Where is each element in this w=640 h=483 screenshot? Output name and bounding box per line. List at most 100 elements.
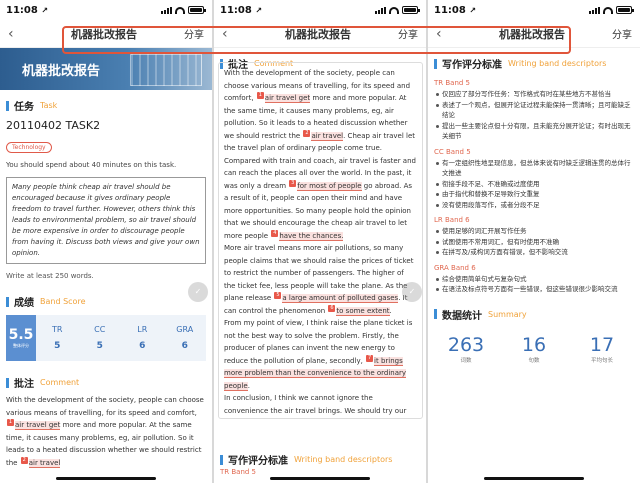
overall-score: 5.5 整体评分 [6,315,36,361]
essay-preview: With the development of the society, peo… [0,394,212,469]
section-title: 任务 [14,102,34,113]
wifi-icon [175,6,185,14]
band-group-lr: LR Band 6 使用足够的词汇开展写作任务 试图使用不常用词汇，但有时使用不… [428,212,640,260]
annotation-marker[interactable]: 1 [7,419,14,426]
annotation-marker[interactable]: 2 [303,129,311,137]
band-descriptor-list: 仅回应了部分写作任务：写作格式有时在某些地方不甚恰当 表述了一个观点，但展开论证… [434,89,634,142]
criteria-section-header: 写作评分标准 Writing band descriptors [428,48,640,75]
section-title: 数据统计 [442,310,482,322]
wifi-icon [603,6,613,14]
band-group-gra: GRA Band 6 综合使用简单句式与复杂句式 在语法及标点符号方面有一些错误… [428,260,640,297]
annotated-text[interactable]: air travel get [15,421,61,430]
score-value: 5 [54,341,61,351]
phone-screen-criteria: 11:08 ↗ ‹ 机器批改报告 分享 写作评分标准 Writing band … [428,0,640,483]
annotated-text[interactable]: air travel [28,458,61,468]
share-button[interactable]: 分享 [612,26,632,41]
location-arrow-icon: ↗ [469,5,477,15]
band-descriptor: 在语法及标点符号方面有一些错误，但这些错误很少影响交流 [434,284,634,295]
section-marker [434,58,437,69]
battery-icon [616,6,634,14]
phone-screen-task: 11:08 ↗ ‹ 机器批改报告 分享 机器批改报告 任务 Task 20110… [0,0,212,483]
band-group-tr: TR Band 5 仅回应了部分写作任务：写作格式有时在某些地方不甚恰当 表述了… [428,75,640,144]
annotated-text[interactable]: air travel get [264,94,311,103]
annotation-marker[interactable]: 3 [289,179,297,187]
band-descriptor: 由于指代和替换不足导致行文重复 [434,189,634,200]
annotated-text[interactable]: for most of people [297,181,362,191]
nav-bar: ‹ 机器批改报告 分享 [428,20,640,48]
band-group-title: GRA Band 6 [434,263,476,272]
stat-sentence-count: 16 句数 [500,334,568,364]
signal-icon [161,6,172,14]
stat-label: 句数 [528,357,540,364]
comment-section-header: 批注 Comment [0,363,212,394]
section-marker [6,296,9,307]
report-banner: 机器批改报告 [0,48,212,90]
section-title: 写作评分标准 [442,60,502,71]
essay-text: In conclusion, I think we cannot ignore … [224,394,407,415]
annotated-text[interactable]: to some extent [336,306,390,316]
essay-text: . [247,381,250,390]
status-bar: 11:08 ↗ [428,0,640,20]
signal-icon [589,6,600,14]
band-descriptor: 衔接手段不足、不准确或过度使用 [434,179,634,190]
annotation-marker[interactable]: 1 [256,92,264,99]
share-button[interactable]: 分享 [184,26,204,41]
nav-bar: ‹ 机器批改报告 分享 [214,20,426,48]
score-value: 6 [181,341,188,351]
back-icon[interactable]: ‹ [8,26,24,42]
band-group-title: TR Band 5 [434,79,471,87]
score-label: CC [94,325,106,334]
stat-value: 16 [521,333,547,356]
annotation-marker[interactable]: 5 [274,292,282,299]
status-bar: 11:08 ↗ [0,0,212,20]
score-value: 6 [139,341,146,351]
section-subtitle: Task [40,101,58,110]
stat-avg-sentence-length: 17 平均句长 [568,334,636,364]
band-descriptor: 综合使用简单句式与复杂句式 [434,274,634,285]
back-icon[interactable]: ‹ [436,26,452,42]
min-words-note: Write at least 250 words. [6,272,94,280]
section-marker [6,377,9,388]
essay-text: . [389,306,392,315]
score-lr: LR 6 [121,315,164,361]
topic-tag[interactable]: Technology [6,142,52,153]
share-button[interactable]: 分享 [398,26,418,41]
annotation-marker[interactable]: 7 [366,354,374,362]
section-subtitle: Comment [40,378,80,387]
band-descriptor: 在拼写及/或构词方面有错误，但不影响交流 [434,247,634,258]
task-id: 20110402 TASK2 [6,119,101,132]
section-subtitle: Writing band descriptors [294,455,393,464]
band-descriptor: 没有使用段落写作，或者分段不足 [434,200,634,211]
stat-word-count: 263 词数 [432,334,500,364]
band-descriptor: 仅回应了部分写作任务：写作格式有时在某些地方不甚恰当 [434,89,634,100]
summary-stats: 263 词数 16 句数 17 平均句长 [428,326,640,364]
section-subtitle: Band Score [40,297,86,306]
annotated-text[interactable]: a large amount of polluted gases [282,294,399,303]
annotation-marker[interactable]: 2 [20,456,28,464]
back-icon[interactable]: ‹ [222,26,238,42]
nav-title: 机器批改报告 [499,27,565,41]
annotation-marker[interactable]: 4 [271,229,279,237]
score-gra: GRA 6 [164,315,207,361]
band-group-title: TR Band 5 [220,468,257,476]
band-group-title: LR Band 6 [434,216,470,224]
task-prompt: Many people think cheap air travel shoul… [6,177,206,264]
score-label: TR [52,325,63,334]
wifi-icon [389,6,399,14]
battery-icon [188,6,206,14]
band-descriptor-list: 有一定组织性地呈现信息，但总体来说有时缺乏逻辑连贯的总体行文推进 衔接手段不足、… [434,158,634,211]
status-time: 11:08 [6,4,38,16]
section-title: 批注 [14,379,34,390]
score-label: GRA [176,325,194,334]
watermark-icon: ✓ [402,282,422,302]
home-indicator [484,477,584,480]
annotated-text[interactable]: have the chances. [279,231,344,241]
band-descriptor: 试图使用不常用词汇，但有时使用不准确 [434,237,634,248]
home-indicator [270,477,370,480]
essay-annotated: With the development of the society, peo… [218,62,423,419]
status-time: 11:08 [434,4,466,16]
stat-label: 词数 [460,357,472,364]
annotated-text[interactable]: air travel [311,131,344,141]
battery-icon [402,6,420,14]
annotation-marker[interactable]: 6 [328,304,336,312]
